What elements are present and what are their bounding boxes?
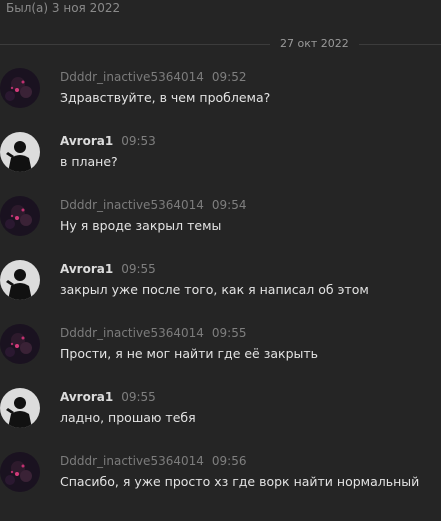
message-text: ладно, прошаю тебя — [60, 410, 196, 425]
message-text: Ну я вроде закрыл темы — [60, 218, 222, 233]
message-text: Здравствуйте, в чем проблема? — [60, 90, 271, 105]
message-author[interactable]: Avrora1 — [60, 134, 113, 148]
message-meta: Ddddr_inactive5364014 09:55 — [60, 325, 246, 341]
message-author[interactable]: Ddddr_inactive5364014 — [60, 198, 204, 212]
message-text: Прости, я не мог найти где её закрыть — [60, 346, 319, 361]
message-item: Avrora1 09:53 в плане? — [0, 132, 441, 188]
message-text: закрыл уже после того, как я написал об … — [60, 282, 369, 297]
last-seen-status: Был(а) 3 ноя 2022 — [6, 1, 121, 15]
dark-pink-avatar-icon[interactable] — [0, 452, 40, 492]
message-meta: Ddddr_inactive5364014 09:54 — [60, 197, 246, 213]
message-text: Спасибо, я уже просто хз где ворк найти … — [60, 474, 420, 489]
message-author[interactable]: Ddddr_inactive5364014 — [60, 70, 204, 84]
message-meta: Ddddr_inactive5364014 09:56 — [60, 453, 246, 469]
message-text: в плане? — [60, 154, 118, 169]
message-meta: Ddddr_inactive5364014 09:52 — [60, 69, 246, 85]
message-time: 09:54 — [211, 198, 247, 212]
message-item: Ddddr_inactive5364014 09:52 Здравствуйте,… — [0, 68, 441, 124]
dark-pink-avatar-icon[interactable] — [0, 196, 40, 236]
date-separator: 27 окт 2022 — [270, 36, 359, 52]
black-silhouette-avatar-icon[interactable] — [0, 388, 40, 428]
dark-pink-avatar-icon[interactable] — [0, 324, 40, 364]
message-item: Ddddr_inactive5364014 09:54 Ну я вроде за… — [0, 196, 441, 252]
black-silhouette-avatar-icon[interactable] — [0, 132, 40, 172]
message-item: Ddddr_inactive5364014 09:55 Прости, я не … — [0, 324, 441, 380]
message-meta: Avrora1 09:55 — [60, 261, 156, 277]
message-item: Avrora1 09:55 закрыл уже после того, как … — [0, 260, 441, 316]
date-divider-line — [0, 44, 441, 45]
message-author[interactable]: Avrora1 — [60, 262, 113, 276]
message-item: Avrora1 09:55 ладно, прошаю тебя — [0, 388, 441, 444]
black-silhouette-avatar-icon[interactable] — [0, 260, 40, 300]
message-time: 09:53 — [121, 134, 156, 148]
message-author[interactable]: Ddddr_inactive5364014 — [60, 454, 204, 468]
message-author[interactable]: Avrora1 — [60, 390, 113, 404]
message-time: 09:55 — [211, 326, 247, 340]
message-item: Ddddr_inactive5364014 09:56 Спасибо, я уж… — [0, 452, 441, 508]
message-time: 09:55 — [121, 262, 156, 276]
message-author[interactable]: Ddddr_inactive5364014 — [60, 326, 204, 340]
message-meta: Avrora1 09:53 — [60, 133, 156, 149]
message-time: 09:52 — [211, 70, 247, 84]
message-time: 09:55 — [121, 390, 156, 404]
message-time: 09:56 — [211, 454, 247, 468]
dark-pink-avatar-icon[interactable] — [0, 68, 40, 108]
message-meta: Avrora1 09:55 — [60, 389, 156, 405]
